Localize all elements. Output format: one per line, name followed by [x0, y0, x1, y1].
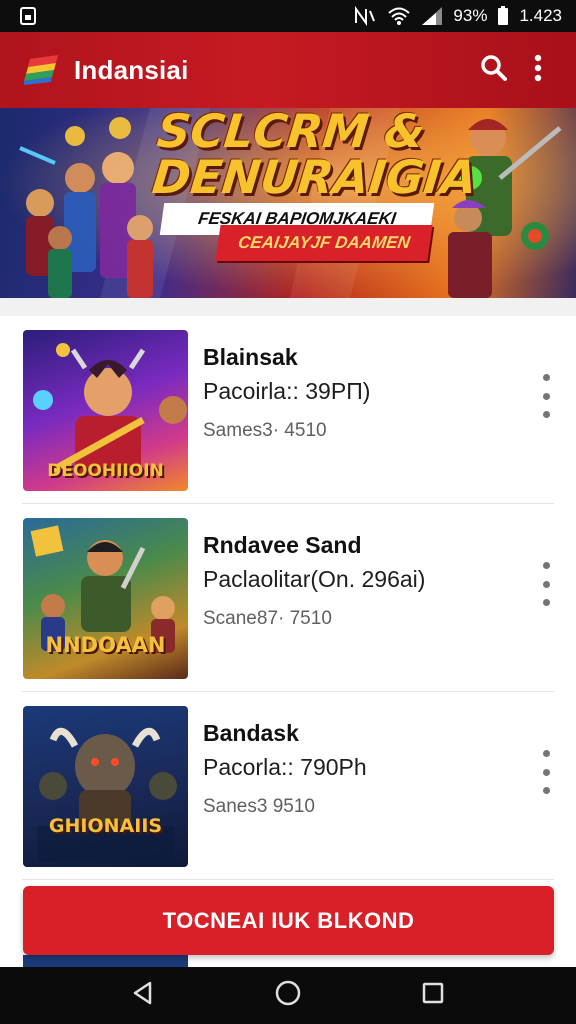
game-title: Rndavee Sand — [203, 532, 362, 558]
search-icon — [480, 54, 508, 87]
banner-title-line-2: DENURAIGIA — [149, 150, 480, 204]
game-meta: Sanes3 9510 — [203, 796, 315, 817]
banner-title-line-1: SCLCRM & — [154, 108, 428, 158]
app-logo-icon — [24, 55, 62, 85]
more-dot — [542, 411, 550, 418]
item-more-button[interactable] — [534, 562, 558, 606]
next-thumbnail-peek — [23, 955, 188, 967]
promo-banner[interactable]: SCLCRM & DENURAIGIA FESKAI BAPIOMJKAEKI … — [0, 108, 576, 298]
game-subtitle: Paclaolitar(On. 296ai) — [203, 566, 426, 592]
more-dot — [542, 768, 550, 776]
game-thumbnail[interactable]: NNDOAAN — [23, 518, 188, 679]
more-dot — [542, 392, 550, 400]
item-more-button[interactable] — [534, 750, 558, 794]
battery-icon — [497, 6, 509, 26]
more-vert-icon — [534, 54, 542, 87]
system-nav-bar — [0, 967, 576, 1024]
back-button[interactable] — [115, 974, 171, 1018]
game-subtitle: Pacoirla:: 39PП) — [203, 378, 371, 404]
more-dot — [542, 599, 550, 606]
sim-card-icon — [18, 6, 38, 26]
home-button[interactable] — [260, 974, 316, 1018]
game-thumbnail[interactable]: GHIONAIIS — [23, 706, 188, 867]
game-meta: Sames3· 4510 — [203, 420, 327, 441]
game-subtitle: Pacorla:: 790Ph — [203, 754, 367, 780]
more-vert-icon — [542, 562, 550, 569]
status-bar: 93% 1.423 — [0, 0, 576, 32]
more-dot — [542, 787, 550, 794]
thumbnail-art — [37, 727, 177, 862]
app-bar: Indansiai — [0, 32, 576, 108]
clock: 1.423 — [519, 6, 562, 25]
item-more-button[interactable] — [534, 374, 558, 418]
thumbnail-caption: DEOOHIIOIN — [47, 461, 164, 481]
app-title: Indansiai — [74, 54, 189, 85]
nfc-icon — [353, 6, 377, 26]
wifi-icon — [387, 6, 411, 26]
thumbnail-caption: GHIONAIIS — [48, 815, 163, 837]
search-button[interactable] — [472, 48, 516, 92]
banner-title: SCLCRM & DENURAIGIA — [149, 108, 480, 204]
battery-percent: 93% — [453, 6, 488, 25]
overflow-menu-button[interactable] — [516, 48, 560, 92]
list-item[interactable]: GHIONAIIS Bandask Pacorla:: 790Ph Sanes3… — [0, 692, 576, 880]
thumbnail-caption: NNDOAAN — [45, 633, 166, 657]
more-vert-icon — [542, 750, 550, 757]
game-meta: Scane87· 7510 — [203, 608, 332, 629]
game-thumbnail[interactable]: DEOOHIIOIN — [23, 330, 188, 491]
more-dot — [542, 580, 550, 588]
list-item[interactable]: DEOOHIIOIN Blainsak Pacoirla:: 39PП) Sam… — [0, 316, 576, 504]
section-divider — [0, 298, 576, 316]
recents-button[interactable] — [405, 974, 461, 1018]
game-title: Bandask — [203, 720, 299, 746]
banner-ribbon: CEAIJAYJF DAAMEN — [215, 225, 433, 261]
back-icon — [130, 980, 156, 1011]
list-item[interactable]: NNDOAAN Rndavee Sand Paclaolitar(On. 296… — [0, 504, 576, 692]
signal-icon — [421, 6, 443, 26]
home-icon — [274, 979, 302, 1012]
recents-icon — [421, 981, 445, 1010]
more-vert-icon — [542, 374, 550, 381]
primary-cta-button[interactable]: TOCNEAI IUK BLKOND — [23, 886, 554, 955]
game-title: Blainsak — [203, 344, 298, 370]
game-list: DEOOHIIOIN Blainsak Pacoirla:: 39PП) Sam… — [0, 316, 576, 880]
